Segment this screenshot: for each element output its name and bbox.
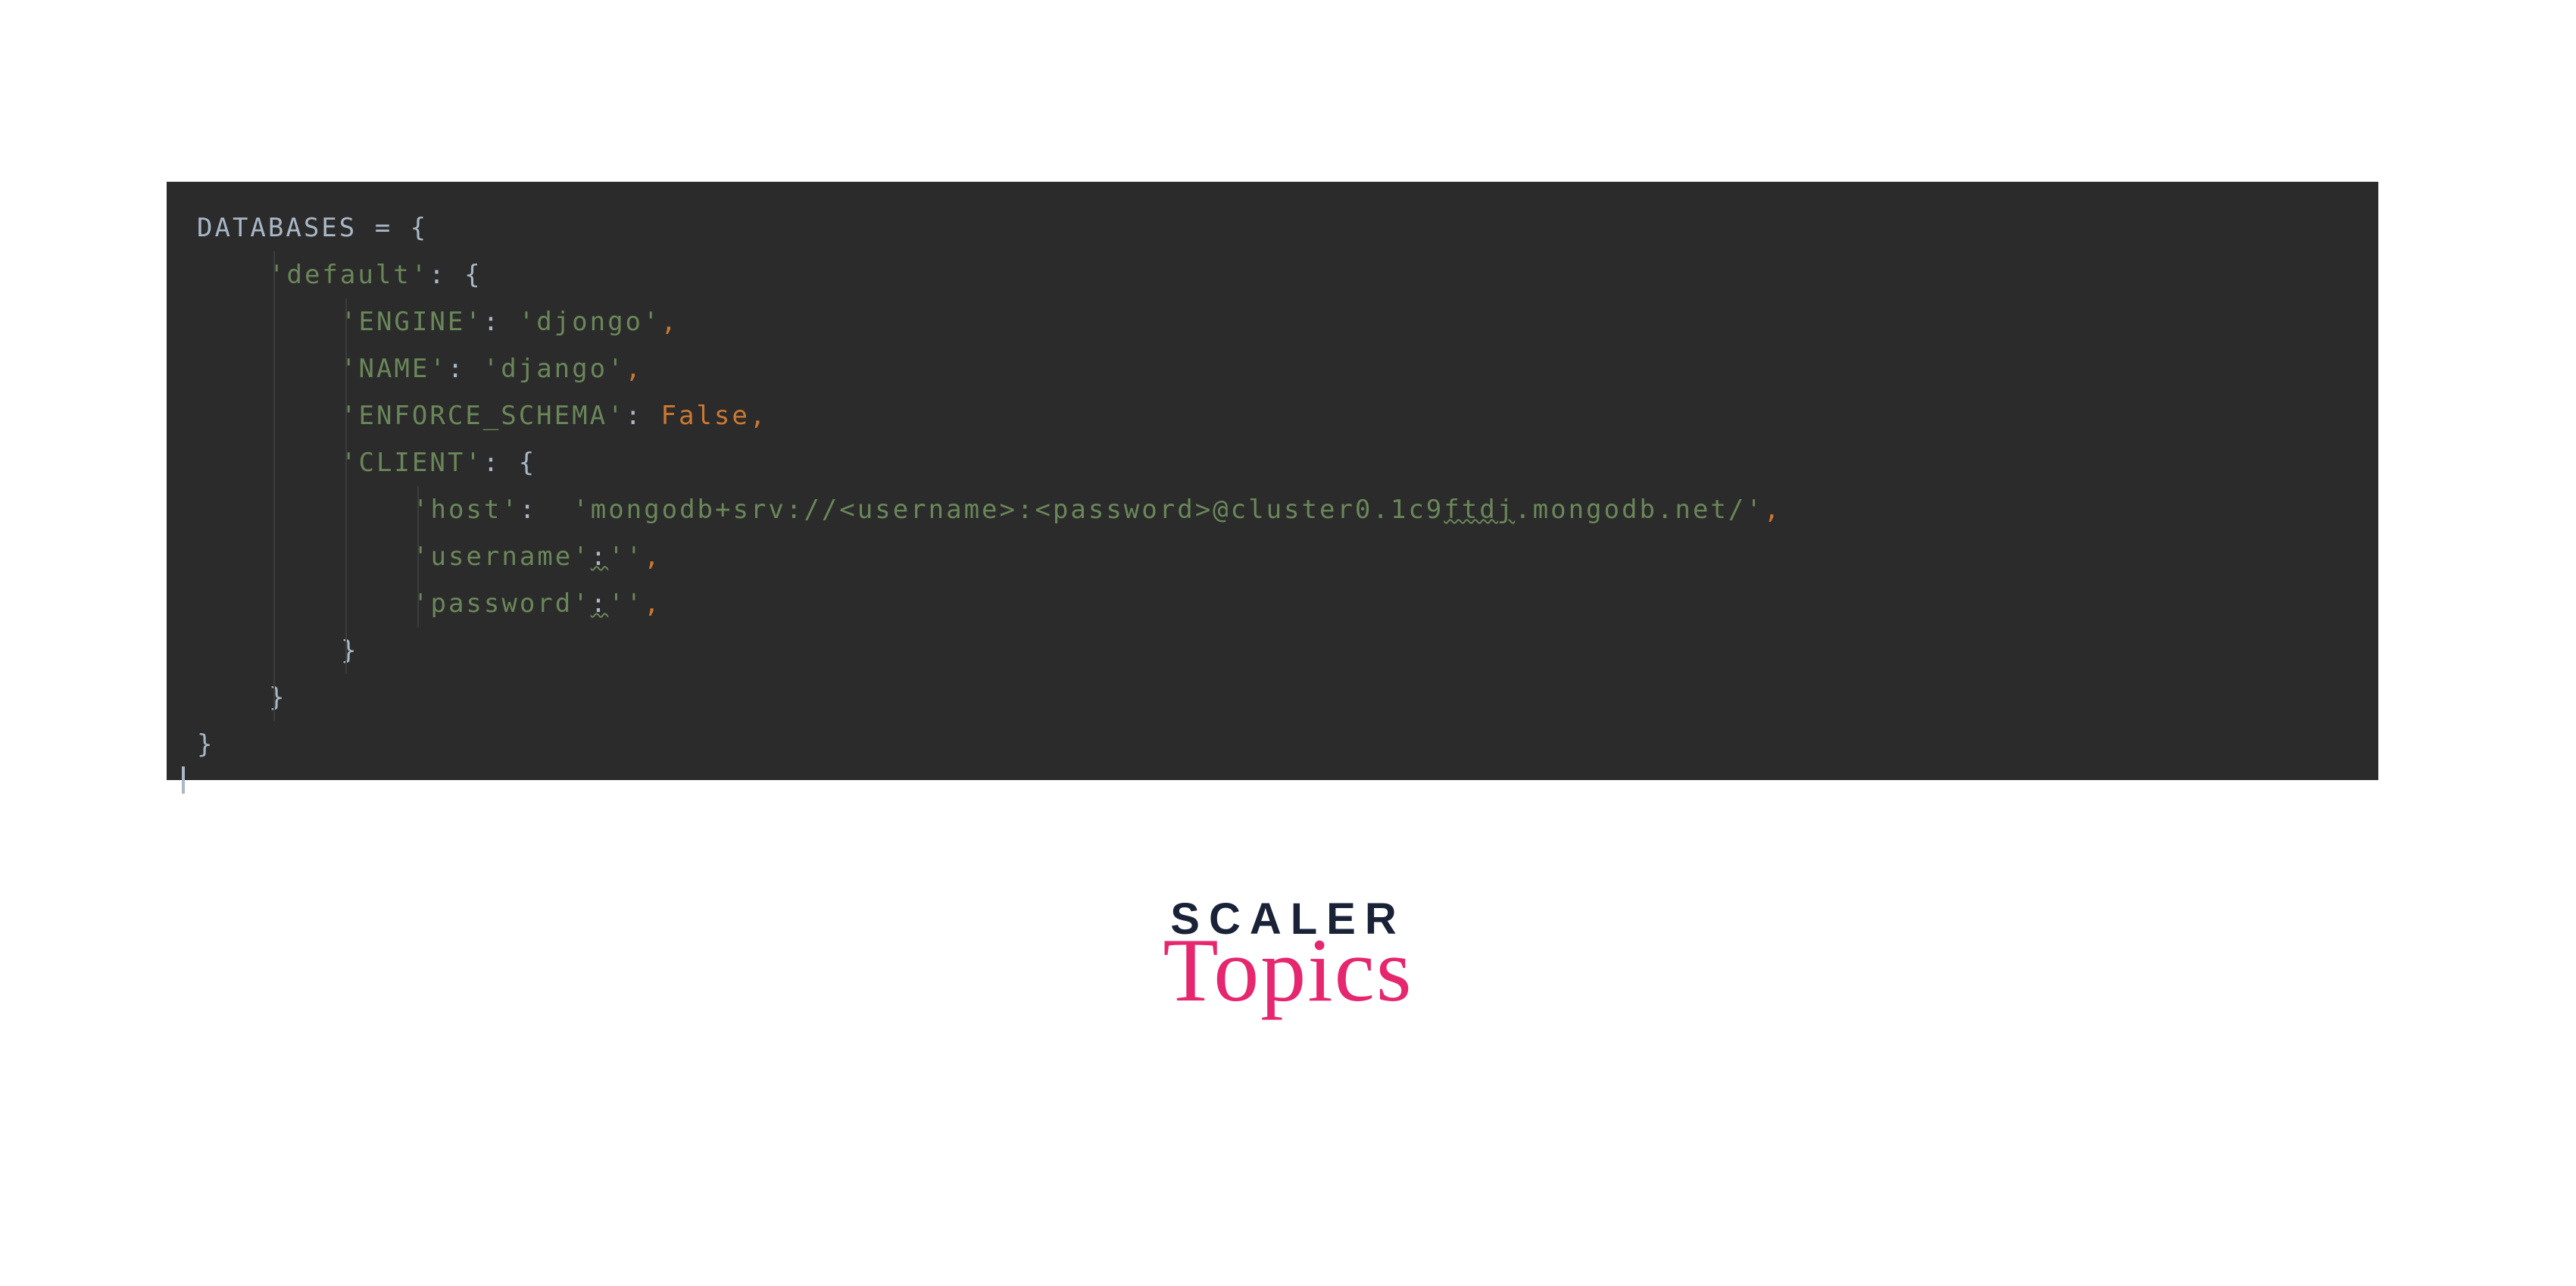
code-line: 'default': {: [167, 251, 2378, 298]
code-token: }: [341, 635, 358, 666]
code-line: 'NAME': 'django',: [167, 345, 2378, 392]
code-line: 'username':'',: [167, 533, 2378, 580]
code-token: '': [608, 542, 644, 572]
code-token: }: [269, 682, 286, 713]
code-line: 'ENFORCE_SCHEMA': False,: [167, 392, 2378, 439]
code-token: 'NAME': [341, 354, 448, 384]
code-token: 'ENGINE': [341, 307, 483, 337]
brand-logo: SCALER Topics: [1163, 894, 1413, 1022]
code-line: 'ENGINE': 'djongo',: [167, 298, 2378, 345]
code-line: 'host': 'mongodb+srv://<username>:<passw…: [167, 486, 2378, 533]
code-token: 'username': [413, 542, 591, 572]
editor-caret: [182, 766, 185, 794]
code-token: '': [608, 588, 644, 619]
code-token: 'ENFORCE_SCHEMA': [341, 401, 626, 431]
code-token: : {: [429, 260, 482, 290]
code-token: ,: [1764, 495, 1781, 525]
code-line: 'password':'',: [167, 580, 2378, 627]
code-line: DATABASES = {: [167, 204, 2378, 251]
code-token: 'CLIENT': [341, 448, 483, 478]
code-token: :: [591, 588, 608, 619]
code-token: :: [520, 495, 573, 525]
code-token: }: [197, 729, 214, 760]
code-token: .mongodb.net/': [1515, 495, 1764, 525]
code-token: ,: [626, 354, 643, 384]
code-line: 'CLIENT': {: [167, 439, 2378, 486]
code-token: 'django': [483, 354, 626, 384]
code-token: ,: [660, 307, 678, 337]
code-token: ,: [644, 542, 661, 572]
code-token: 'password': [413, 588, 591, 619]
code-editor-block: DATABASES = {'default': {'ENGINE': 'djon…: [167, 182, 2378, 780]
code-line: }: [167, 674, 2378, 721]
code-token: ftdj: [1444, 495, 1515, 525]
logo-text-topics: Topics: [1163, 918, 1413, 1022]
code-token: DATABASES = {: [197, 213, 428, 243]
code-token: 'host': [413, 495, 520, 525]
code-token: False,: [660, 401, 767, 431]
code-token: 'djongo': [519, 307, 661, 337]
code-token: :: [591, 542, 608, 572]
code-token: :: [626, 401, 661, 431]
code-token: :: [448, 354, 483, 384]
code-token: : {: [483, 448, 536, 478]
code-token: ,: [644, 588, 661, 619]
code-token: 'mongodb+srv://<username>:<password>@clu…: [573, 495, 1444, 525]
code-line: }: [167, 627, 2378, 674]
code-token: 'default': [269, 260, 429, 290]
code-token: :: [483, 307, 519, 337]
code-line: }: [167, 721, 2378, 768]
